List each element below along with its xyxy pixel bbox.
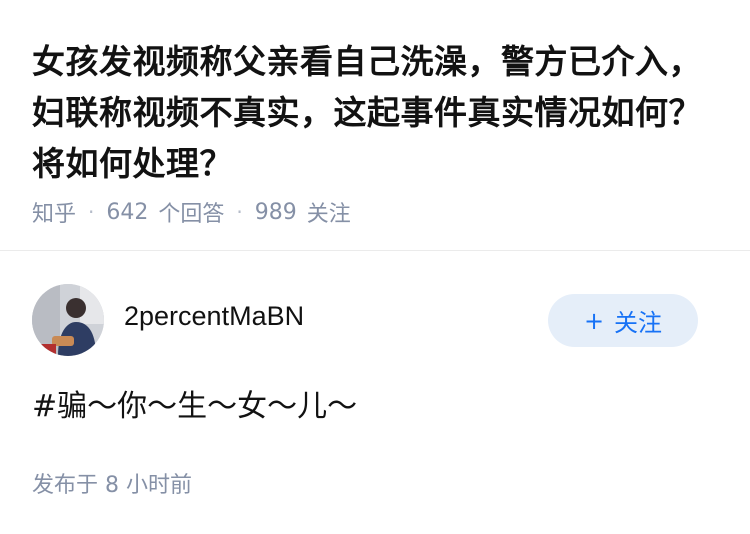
question-header: 女孩发视频称父亲看自己洗澡，警方已介入，妇联称视频不真实，这起事件真实情况如何？…	[0, 0, 750, 250]
separator-dot: ·	[236, 200, 243, 224]
avatar[interactable]	[32, 284, 104, 356]
follow-button-label: 关注	[614, 309, 663, 337]
page: 女孩发视频称父亲看自己洗澡，警方已介入，妇联称视频不真实，这起事件真实情况如何？…	[0, 0, 750, 534]
avatar-image	[32, 284, 104, 356]
follow-count-label[interactable]: 关注	[307, 196, 351, 228]
publish-time: 发布于 8 小时前	[32, 473, 192, 498]
question-title[interactable]: 女孩发视频称父亲看自己洗澡，警方已介入，妇联称视频不真实，这起事件真实情况如何？…	[32, 36, 722, 189]
answer-count-label[interactable]: 个回答	[158, 196, 224, 228]
follow-button[interactable]: + 关注	[548, 294, 698, 347]
follow-count[interactable]: 989	[255, 200, 297, 225]
separator-dot: ·	[88, 200, 95, 224]
source-label[interactable]: 知乎	[32, 196, 76, 228]
answer-content[interactable]: #骗～你～生～女～儿～	[32, 387, 712, 427]
author-name[interactable]: 2percentMaBN	[124, 301, 304, 332]
answer-count[interactable]: 642	[106, 200, 148, 225]
question-meta: 知乎 · 642 个回答 · 989 关注	[32, 196, 351, 228]
plus-icon: +	[583, 306, 605, 335]
answer-card: 2percentMaBN + 关注 #骗～你～生～女～儿～ 发布于 8 小时前	[0, 251, 750, 534]
